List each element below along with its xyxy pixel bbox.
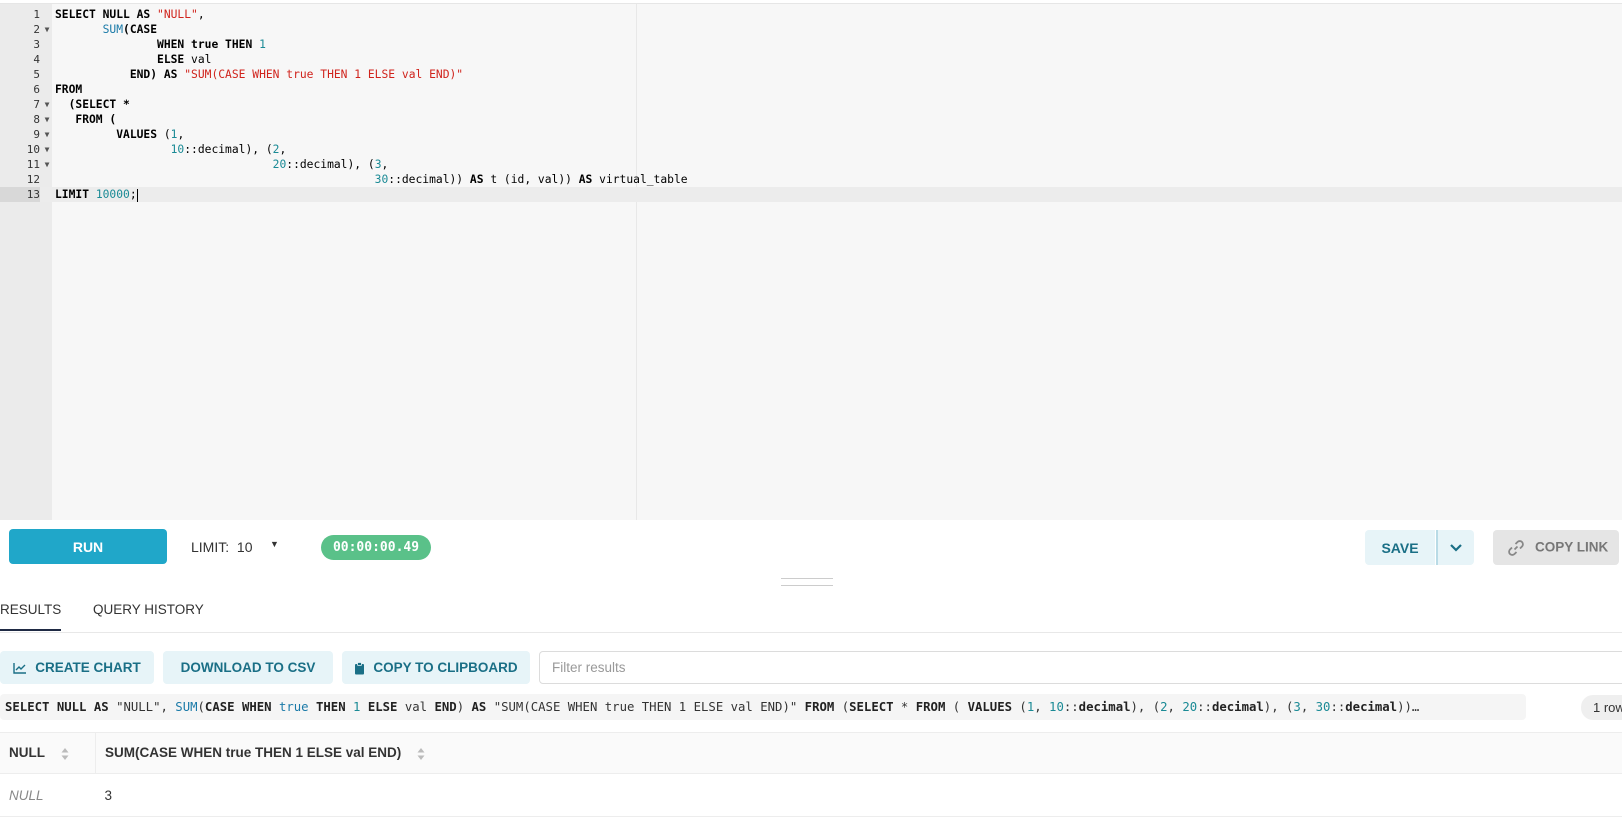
code-text: 10::decimal), (2,	[170, 143, 287, 156]
line-number: 4	[33, 53, 40, 66]
save-dropdown-button[interactable]	[1436, 530, 1474, 565]
copy-to-clipboard-label: COPY TO CLIPBOARD	[373, 660, 518, 675]
fold-arrow-icon[interactable]: ▼	[42, 127, 52, 142]
code-text: SELECT NULL AS "NULL",	[55, 8, 205, 21]
query-toolbar: RUN LIMIT: 10 ▼ 00:00:00.49 SAVE COPY LI…	[0, 520, 1622, 574]
code-text: 20::decimal), (3,	[272, 158, 389, 171]
code-line[interactable]: 4 ELSE val	[0, 52, 1622, 67]
column-header-label: SUM(CASE WHEN true THEN 1 ELSE val END)	[105, 745, 402, 761]
table-cell: NULL	[0, 773, 96, 817]
row-count-badge: 1 row	[1581, 695, 1622, 720]
line-number: 9	[33, 128, 40, 141]
tab-results[interactable]: RESULTS	[0, 602, 62, 631]
code-text: FROM	[55, 83, 83, 96]
tab-query-history[interactable]: QUERY HISTORY	[93, 602, 204, 617]
code-line[interactable]: 1 SELECT NULL AS "NULL",	[0, 7, 1622, 22]
code-line[interactable]: 6 FROM	[0, 82, 1622, 97]
line-number: 11	[26, 158, 40, 171]
resize-handle[interactable]	[781, 578, 833, 586]
editor-code[interactable]: 1 SELECT NULL AS "NULL", 2 ▼ SUM(CASE 3 WHEN…	[0, 7, 1622, 202]
code-line[interactable]: 2 ▼ SUM(CASE	[0, 22, 1622, 37]
sort-icon[interactable]	[61, 747, 69, 761]
code-text: FROM (	[55, 113, 117, 126]
code-text: SUM(CASE	[102, 23, 158, 36]
limit-value: 10	[236, 539, 253, 555]
line-number: 13	[0, 187, 40, 202]
run-button[interactable]: RUN	[9, 529, 167, 564]
caret-down-icon[interactable]: ▼	[270, 539, 279, 549]
line-number: 7	[33, 98, 40, 111]
code-text: (SELECT *	[55, 98, 130, 111]
line-number: 6	[33, 83, 40, 96]
sql-editor[interactable]: 1 SELECT NULL AS "NULL", 2 ▼ SUM(CASE 3 WHEN…	[0, 3, 1622, 522]
fold-arrow-icon[interactable]: ▼	[42, 112, 52, 127]
line-number: 3	[33, 38, 40, 51]
fold-arrow-icon[interactable]: ▼	[42, 22, 52, 37]
code-text: VALUES (1,	[116, 128, 185, 141]
results-table: NULL SUM(CASE WHEN true THEN 1 ELSE val …	[0, 732, 1622, 817]
line-chart-icon	[13, 663, 27, 675]
code-line[interactable]: 13 LIMIT 10000;	[0, 187, 1622, 202]
copy-link-button[interactable]: COPY LINK	[1493, 530, 1619, 565]
copy-to-clipboard-button[interactable]: COPY TO CLIPBOARD	[342, 651, 530, 684]
link-icon	[1508, 539, 1524, 556]
code-line[interactable]: 12 30::decimal)) AS t (id, val)) AS virt…	[0, 172, 1622, 187]
copy-link-label: COPY LINK	[1535, 539, 1609, 555]
line-number: 2	[33, 23, 40, 36]
limit-dropdown[interactable]: LIMIT: 10	[191, 539, 252, 555]
line-number: 8	[33, 113, 40, 126]
query-timer: 00:00:00.49	[321, 535, 431, 560]
download-csv-button[interactable]: DOWNLOAD TO CSV	[163, 651, 333, 684]
code-line[interactable]: 7 ▼ (SELECT *	[0, 97, 1622, 112]
clipboard-icon	[355, 662, 365, 675]
line-number: 12	[26, 173, 40, 186]
table-row: NULL 3	[0, 773, 1622, 817]
limit-label: LIMIT:	[191, 539, 230, 555]
executed-sql-preview[interactable]: SELECT NULL AS "NULL", SUM(CASE WHEN tru…	[0, 694, 1526, 720]
fold-arrow-icon[interactable]: ▼	[42, 142, 52, 157]
code-text: WHEN true THEN 1	[157, 38, 266, 51]
column-header-null[interactable]: NULL	[0, 732, 96, 774]
column-header-sum[interactable]: SUM(CASE WHEN true THEN 1 ELSE val END)	[95, 732, 1622, 774]
code-text: LIMIT 10000;	[55, 188, 138, 202]
code-line[interactable]: 3 WHEN true THEN 1	[0, 37, 1622, 52]
line-number: 1	[33, 8, 40, 21]
create-chart-label: CREATE CHART	[35, 660, 141, 675]
code-text: END) AS "SUM(CASE WHEN true THEN 1 ELSE …	[129, 68, 464, 81]
line-number: 5	[33, 68, 40, 81]
save-button[interactable]: SAVE	[1365, 530, 1435, 565]
table-cell: 3	[95, 773, 1622, 817]
code-line[interactable]: 11 ▼ 20::decimal), (3,	[0, 157, 1622, 172]
code-line[interactable]: 5 END) AS "SUM(CASE WHEN true THEN 1 ELS…	[0, 67, 1622, 82]
line-number: 10	[26, 143, 40, 156]
code-text: ELSE val	[157, 53, 212, 66]
results-tabs: RESULTS QUERY HISTORY	[0, 590, 1622, 633]
code-line[interactable]: 10 ▼ 10::decimal), (2,	[0, 142, 1622, 157]
code-line[interactable]: 8 ▼ FROM (	[0, 112, 1622, 127]
code-text: 30::decimal)) AS t (id, val)) AS virtual…	[374, 173, 688, 186]
chevron-down-icon	[1450, 544, 1462, 552]
code-line[interactable]: 9 ▼ VALUES (1,	[0, 127, 1622, 142]
column-header-label: NULL	[9, 745, 45, 761]
fold-arrow-icon[interactable]: ▼	[42, 97, 52, 112]
sort-icon[interactable]	[417, 747, 425, 761]
text-cursor	[136, 188, 138, 202]
fold-arrow-icon[interactable]: ▼	[42, 157, 52, 172]
create-chart-button[interactable]: CREATE CHART	[0, 651, 154, 684]
filter-results-input[interactable]	[539, 651, 1622, 684]
